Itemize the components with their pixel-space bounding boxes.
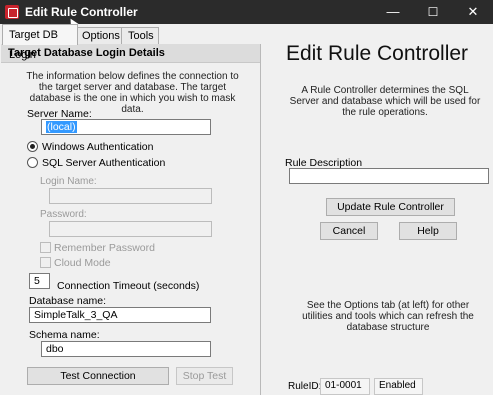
timeout-label: Connection Timeout (seconds) <box>57 280 200 292</box>
sql-auth-radio[interactable] <box>27 157 38 168</box>
cloud-mode-label: Cloud Mode <box>54 257 111 269</box>
test-connection-button[interactable]: Test Connection <box>27 367 169 385</box>
rule-description-input[interactable] <box>289 168 489 184</box>
database-name-label: Database name: <box>29 295 107 307</box>
close-button[interactable]: ✕ <box>453 0 493 24</box>
password-input[interactable] <box>49 221 212 237</box>
windows-auth-radio[interactable] <box>27 141 38 152</box>
password-label: Password: <box>40 209 87 220</box>
options-info-text: See the Options tab (at left) for other … <box>302 300 474 333</box>
cancel-button[interactable]: Cancel <box>320 222 378 240</box>
sql-auth-label: SQL Server Authentication <box>42 157 166 169</box>
rule-id-label: RuleID: <box>288 381 322 392</box>
status-badge: Enabled <box>374 378 423 395</box>
cloud-mode-checkbox[interactable] <box>40 257 51 268</box>
timeout-input[interactable]: 5 <box>29 273 50 289</box>
remember-password-label: Remember Password <box>54 242 155 254</box>
rule-id-value: 01-0001 <box>320 378 370 395</box>
tab-tools[interactable]: Tools <box>121 27 159 44</box>
tab-options[interactable]: Options <box>75 27 123 44</box>
schema-name-input[interactable]: dbo <box>41 341 211 357</box>
minimize-button[interactable]: — <box>373 0 413 24</box>
app-icon <box>5 5 19 19</box>
login-name-label: Login Name: <box>40 176 97 187</box>
remember-password-checkbox[interactable] <box>40 242 51 253</box>
title-bar[interactable]: Edit Rule Controller — ☐ ✕ <box>0 0 493 30</box>
rule-controller-description: A Rule Controller determines the SQL Ser… <box>289 85 481 118</box>
tab-target-db-login[interactable]: Target DB Login <box>2 24 78 61</box>
page-title: Edit Rule Controller <box>285 42 469 65</box>
schema-name-label: Schema name: <box>29 329 100 341</box>
server-name-input[interactable]: (local) <box>41 119 211 135</box>
maximize-button[interactable]: ☐ <box>413 0 453 24</box>
login-name-input[interactable] <box>49 188 212 204</box>
window-title: Edit Rule Controller <box>25 5 138 19</box>
help-button[interactable]: Help <box>399 222 457 240</box>
windows-auth-label: Windows Authentication <box>42 141 154 153</box>
stop-test-button[interactable]: Stop Test <box>176 367 233 385</box>
server-name-value: (local) <box>46 121 77 133</box>
update-rule-controller-button[interactable]: Update Rule Controller <box>326 198 455 216</box>
section-title: Target Database Login Details <box>1 44 260 63</box>
database-name-input[interactable]: SimpleTalk_3_QA <box>29 307 211 323</box>
